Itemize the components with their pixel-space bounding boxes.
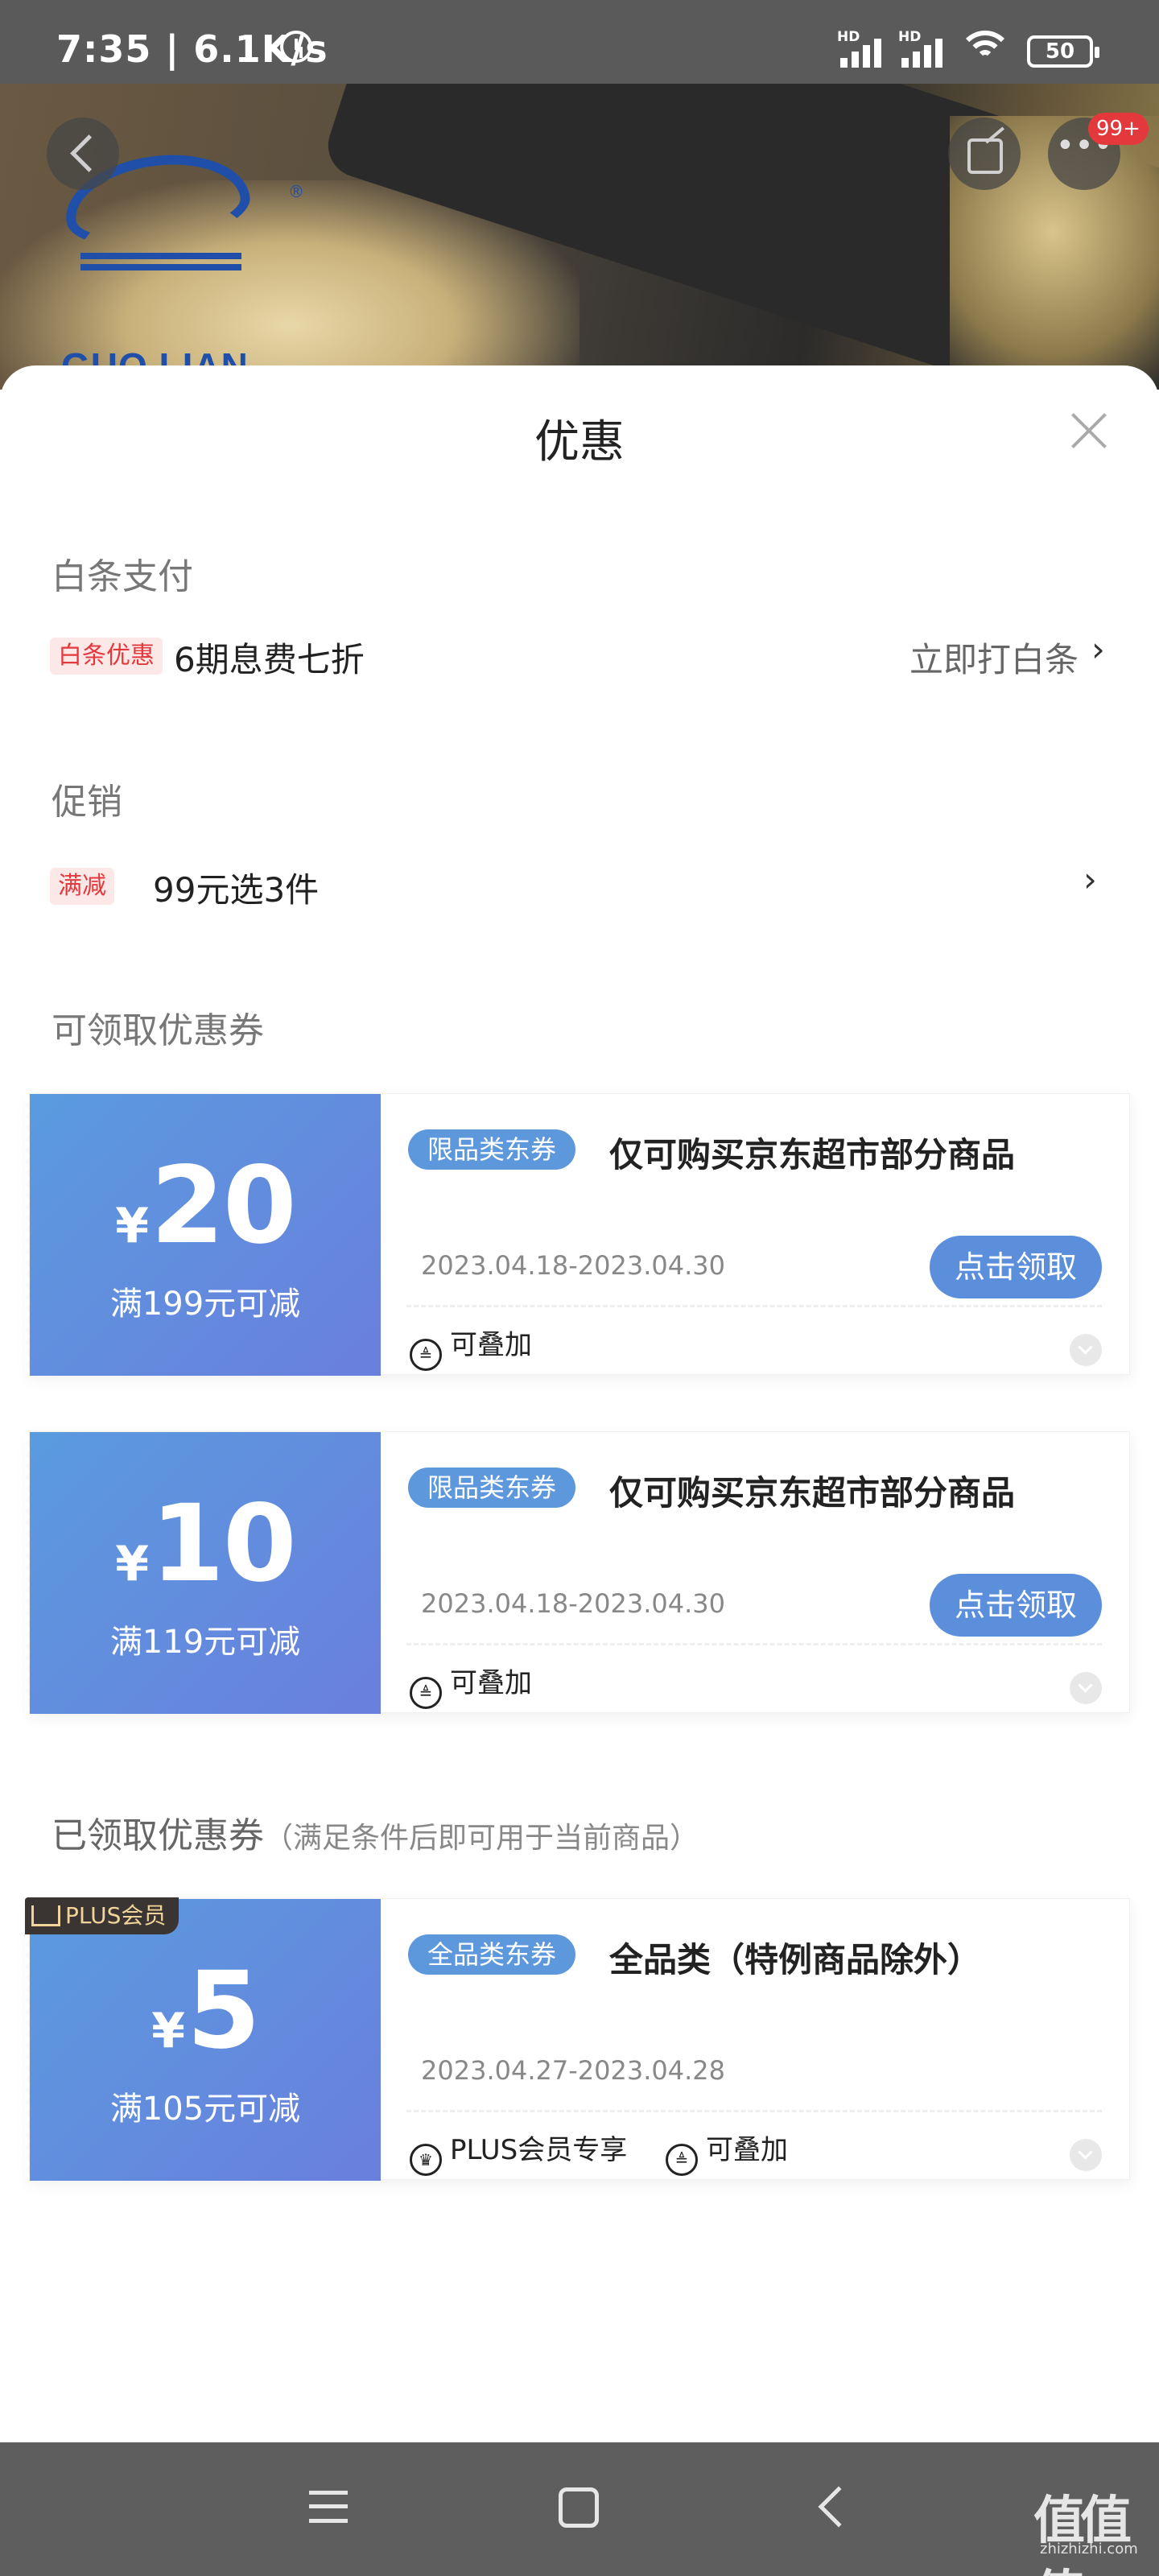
claimed-note: （满足条件后即可用于当前商品）	[264, 1822, 699, 1855]
wifi-icon	[958, 31, 1013, 71]
coupon-value-panel: ¥5 满105元可减	[25, 1899, 381, 2181]
baitiao-section-title: 白条支付	[52, 556, 193, 597]
coupon-card: ¥5 满105元可减 PLUS会员 全品类东券 全品类（特例商品除外） 2023…	[25, 1897, 1130, 2181]
status-bar: 7:35 | 6.1K/s HD HD 50	[0, 0, 1159, 84]
coupon-value-panel: ¥10 满119元可减	[25, 1432, 381, 1714]
coupon-type-tag: 限品类东券	[408, 1129, 576, 1170]
coupon-dates: 2023.04.27-2023.04.28	[421, 2055, 725, 2086]
back-icon[interactable]	[818, 2486, 860, 2528]
baitiao-action-link[interactable]: 立即打白条	[909, 633, 1079, 682]
stackable-feature: ≜ 可叠加	[410, 1661, 532, 1709]
chevron-right-icon: ›	[1091, 630, 1105, 669]
coupon-dates: 2023.04.18-2023.04.30	[421, 1250, 725, 1281]
divider	[406, 1643, 1102, 1645]
discount-sheet: 优惠 白条支付 白条优惠 6期息费七折 立即打白条 › 促销 满减 99元选3件…	[0, 365, 1159, 2442]
stackable-feature: ≜ 可叠加	[410, 1323, 532, 1371]
crown-icon: ♛	[410, 2144, 442, 2176]
share-button[interactable]	[948, 118, 1021, 190]
crown-icon	[31, 1905, 60, 1926]
coupon-amount: ¥10	[30, 1482, 381, 1606]
coupon-amount-value: 10	[151, 1482, 297, 1606]
expand-icon[interactable]	[1070, 1334, 1102, 1366]
coupon-condition: 满119元可减	[109, 1624, 301, 1661]
signal-icon: HD	[898, 29, 950, 68]
coupon-amount-value: 5	[186, 1949, 261, 2073]
coupon-condition: 满105元可减	[109, 2091, 301, 2128]
stack-icon: ≜	[410, 1677, 442, 1709]
coupon-amount-value: 20	[151, 1144, 297, 1268]
currency-symbol: ¥	[151, 2003, 185, 2059]
baitiao-offer-text: 6期息费七折	[174, 640, 365, 679]
menu-icon[interactable]	[309, 2491, 348, 2523]
stack-icon: ≜	[410, 1339, 442, 1371]
coupon-value-panel: ¥20 满199元可减	[25, 1094, 381, 1376]
watermark-url: zhizhizhi.com	[1040, 2541, 1138, 2557]
coupon-type-tag: 全品类东券	[408, 1934, 576, 1975]
alarm-icon	[280, 31, 312, 63]
stackable-feature: ≜ 可叠加	[666, 2128, 788, 2176]
registered-mark: ®	[288, 182, 304, 201]
coupon-amount: ¥5	[30, 1949, 381, 2073]
expand-icon[interactable]	[1070, 2139, 1102, 2171]
waves-logo-icon	[80, 253, 241, 259]
stack-icon: ≜	[666, 2144, 698, 2176]
coupon-card: ¥10 满119元可减 限品类东券 仅可购买京东超市部分商品 2023.04.1…	[25, 1431, 1130, 1714]
plus-member-badge: PLUS会员	[25, 1897, 179, 1934]
promotion-tag: 满减	[50, 868, 114, 905]
chevron-right-icon[interactable]: ›	[1083, 860, 1097, 899]
promotion-text[interactable]: 99元选3件	[153, 863, 319, 912]
back-button[interactable]	[47, 118, 119, 190]
baitiao-tag: 白条优惠	[50, 638, 163, 675]
currency-symbol: ¥	[115, 1198, 149, 1254]
sheet-title: 优惠	[534, 416, 625, 469]
notification-badge: 99+	[1088, 113, 1149, 145]
coupon-name: 全品类（特例商品除外）	[609, 1940, 982, 1979]
claim-coupon-button[interactable]: 点击领取	[930, 1236, 1102, 1298]
plus-exclusive-feature: ♛ PLUS会员专享	[410, 2128, 627, 2176]
available-coupons-title: 可领取优惠券	[52, 1010, 264, 1051]
system-nav-bar	[0, 2442, 1159, 2576]
currency-symbol: ¥	[115, 1536, 149, 1592]
coupon-card: ¥20 满199元可减 限品类东券 仅可购买京东超市部分商品 2023.04.1…	[25, 1093, 1130, 1376]
signal-icon: HD	[837, 29, 889, 68]
home-icon[interactable]	[559, 2487, 599, 2528]
claimed-coupons-title: 已领取优惠券（满足条件后即可用于当前商品）	[52, 1815, 699, 1856]
battery-icon: 50	[1027, 35, 1099, 68]
coupon-name: 仅可购买京东超市部分商品	[609, 1473, 1016, 1513]
coupon-type-tag: 限品类东券	[408, 1468, 576, 1508]
divider	[406, 1305, 1102, 1307]
promotion-section-title: 促销	[52, 782, 122, 823]
coupon-amount: ¥20	[30, 1144, 381, 1268]
expand-icon[interactable]	[1070, 1672, 1102, 1704]
divider	[406, 2110, 1102, 2112]
watermark: 值值值	[1033, 2491, 1132, 2576]
coupon-condition: 满199元可减	[109, 1286, 301, 1323]
claim-coupon-button[interactable]: 点击领取	[930, 1574, 1102, 1637]
close-icon[interactable]	[1070, 412, 1107, 449]
coupon-name: 仅可购买京东超市部分商品	[609, 1135, 1016, 1174]
coupon-dates: 2023.04.18-2023.04.30	[421, 1588, 725, 1619]
